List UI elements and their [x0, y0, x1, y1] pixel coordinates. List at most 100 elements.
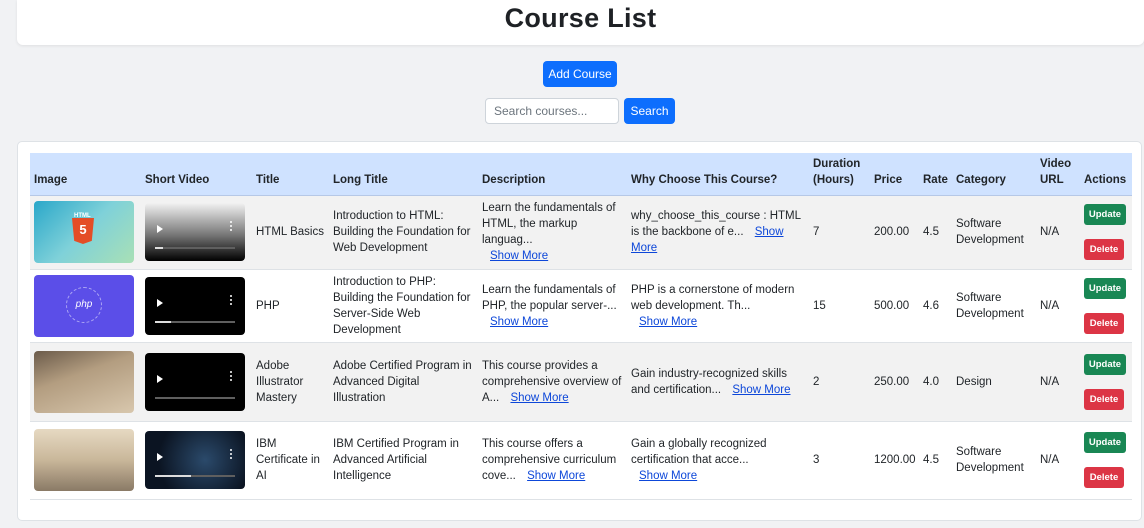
course-table: Image Short Video Title Long Title Descr…	[30, 153, 1132, 500]
course-long-title: IBM Certified Program in Advanced Artifi…	[329, 421, 478, 500]
course-video-url: N/A	[1036, 421, 1080, 500]
course-why: why_choose_this_course : HTML is the bac…	[627, 195, 809, 270]
course-price: 250.00	[870, 342, 919, 422]
php-icon: php	[66, 286, 102, 323]
more-vertical-icon[interactable]	[230, 294, 233, 307]
update-button[interactable]: Update	[1084, 204, 1126, 225]
header-category: Category	[952, 153, 1036, 196]
course-image: php	[34, 274, 134, 337]
course-long-title: Introduction to PHP: Building the Founda…	[329, 269, 478, 343]
course-long-title: Adobe Certified Program in Advanced Digi…	[329, 342, 478, 422]
page-title: Course List	[504, 3, 657, 33]
play-icon[interactable]	[157, 298, 163, 307]
course-rate: 4.0	[919, 342, 952, 422]
course-video-url: N/A	[1036, 195, 1080, 270]
course-why: Gain industry-recognized skills and cert…	[627, 342, 809, 422]
video-progress-bar[interactable]	[155, 320, 235, 323]
show-more-link[interactable]: Show More	[510, 392, 568, 404]
course-duration: 15	[809, 269, 870, 343]
header-actions: Actions	[1080, 153, 1132, 196]
header-image: Image	[30, 153, 141, 196]
course-why: Gain a globally recognized certification…	[627, 421, 809, 500]
row-actions: Update Delete	[1080, 421, 1132, 500]
course-price: 1200.00	[870, 421, 919, 500]
table-header-row: Image Short Video Title Long Title Descr…	[30, 153, 1132, 196]
header-duration: Duration (Hours)	[809, 153, 870, 196]
description-text: Learn the fundamentals of PHP, the popul…	[482, 283, 617, 312]
show-more-link[interactable]: Show More	[490, 316, 548, 328]
video-player[interactable]	[145, 352, 245, 411]
update-button[interactable]: Update	[1084, 432, 1126, 453]
delete-button[interactable]: Delete	[1084, 312, 1124, 334]
header-description: Description	[478, 153, 627, 196]
course-price: 500.00	[870, 269, 919, 343]
delete-button[interactable]: Delete	[1084, 388, 1124, 410]
course-image	[34, 429, 134, 491]
course-title: HTML Basics	[252, 195, 329, 270]
more-vertical-icon[interactable]	[230, 221, 233, 233]
course-video-url: N/A	[1036, 342, 1080, 422]
course-description: Learn the fundamentals of PHP, the popul…	[478, 269, 627, 343]
table-row: HTML 5 HTML Basics Introduction to HTML:…	[30, 195, 1132, 270]
more-vertical-icon[interactable]	[230, 449, 233, 461]
show-more-link[interactable]: Show More	[490, 250, 548, 262]
course-description: This course offers a comprehensive curri…	[478, 421, 627, 500]
update-button[interactable]: Update	[1084, 277, 1126, 299]
video-progress-bar[interactable]	[155, 396, 235, 399]
video-player[interactable]	[145, 203, 245, 261]
video-progress-bar[interactable]	[155, 475, 235, 477]
header-short-video: Short Video	[141, 153, 252, 196]
video-progress-bar[interactable]	[155, 247, 235, 249]
show-more-link[interactable]: Show More	[527, 470, 585, 482]
search-button[interactable]: Search	[624, 98, 675, 124]
course-description: Learn the fundamentals of HTML, the mark…	[478, 195, 627, 270]
video-player[interactable]	[145, 431, 245, 489]
play-icon[interactable]	[157, 225, 163, 233]
course-long-title: Introduction to HTML: Building the Found…	[329, 195, 478, 270]
header-price: Price	[870, 153, 919, 196]
delete-button[interactable]: Delete	[1084, 467, 1124, 488]
course-category: Software Development	[952, 195, 1036, 270]
course-image	[34, 350, 134, 413]
show-more-link[interactable]: Show More	[732, 384, 790, 396]
course-why: PHP is a cornerstone of modern web devel…	[627, 269, 809, 343]
course-video-url: N/A	[1036, 269, 1080, 343]
show-more-link[interactable]: Show More	[639, 470, 697, 482]
video-player[interactable]	[145, 276, 245, 335]
header-why-choose: Why Choose This Course?	[627, 153, 809, 196]
course-duration: 2	[809, 342, 870, 422]
play-icon[interactable]	[157, 374, 163, 383]
course-category: Design	[952, 342, 1036, 422]
course-table-card: Image Short Video Title Long Title Descr…	[17, 141, 1142, 521]
row-actions: Update Delete	[1080, 195, 1132, 270]
course-duration: 3	[809, 421, 870, 500]
course-rate: 4.5	[919, 195, 952, 270]
play-icon[interactable]	[157, 453, 163, 461]
table-row: php PHP Introduction to PHP: Building th…	[30, 269, 1132, 343]
add-course-button[interactable]: Add Course	[543, 61, 617, 87]
update-button[interactable]: Update	[1084, 353, 1126, 375]
table-row: Adobe Illustrator Mastery Adobe Certifie…	[30, 342, 1132, 422]
header-long-title: Long Title	[329, 153, 478, 196]
header-card: Course List	[17, 0, 1144, 45]
header-title: Title	[252, 153, 329, 196]
more-vertical-icon[interactable]	[230, 370, 233, 383]
header-video-url: Video URL	[1036, 153, 1080, 196]
course-title: Adobe Illustrator Mastery	[252, 342, 329, 422]
table-row: IBM Certificate in AI IBM Certified Prog…	[30, 421, 1132, 500]
why-text: Gain a globally recognized certification…	[631, 438, 767, 466]
search-input[interactable]	[485, 98, 619, 124]
show-more-link[interactable]: Show More	[639, 316, 697, 328]
delete-button[interactable]: Delete	[1084, 239, 1124, 260]
course-description: This course provides a comprehensive ove…	[478, 342, 627, 422]
course-image: HTML 5	[34, 201, 134, 263]
row-actions: Update Delete	[1080, 342, 1132, 422]
header-rate: Rate	[919, 153, 952, 196]
html5-icon: 5	[72, 218, 94, 244]
why-text: PHP is a cornerstone of modern web devel…	[631, 283, 795, 312]
course-rate: 4.5	[919, 421, 952, 500]
course-rate: 4.6	[919, 269, 952, 343]
row-actions: Update Delete	[1080, 269, 1132, 343]
description-text: Learn the fundamentals of HTML, the mark…	[482, 202, 616, 246]
course-duration: 7	[809, 195, 870, 270]
